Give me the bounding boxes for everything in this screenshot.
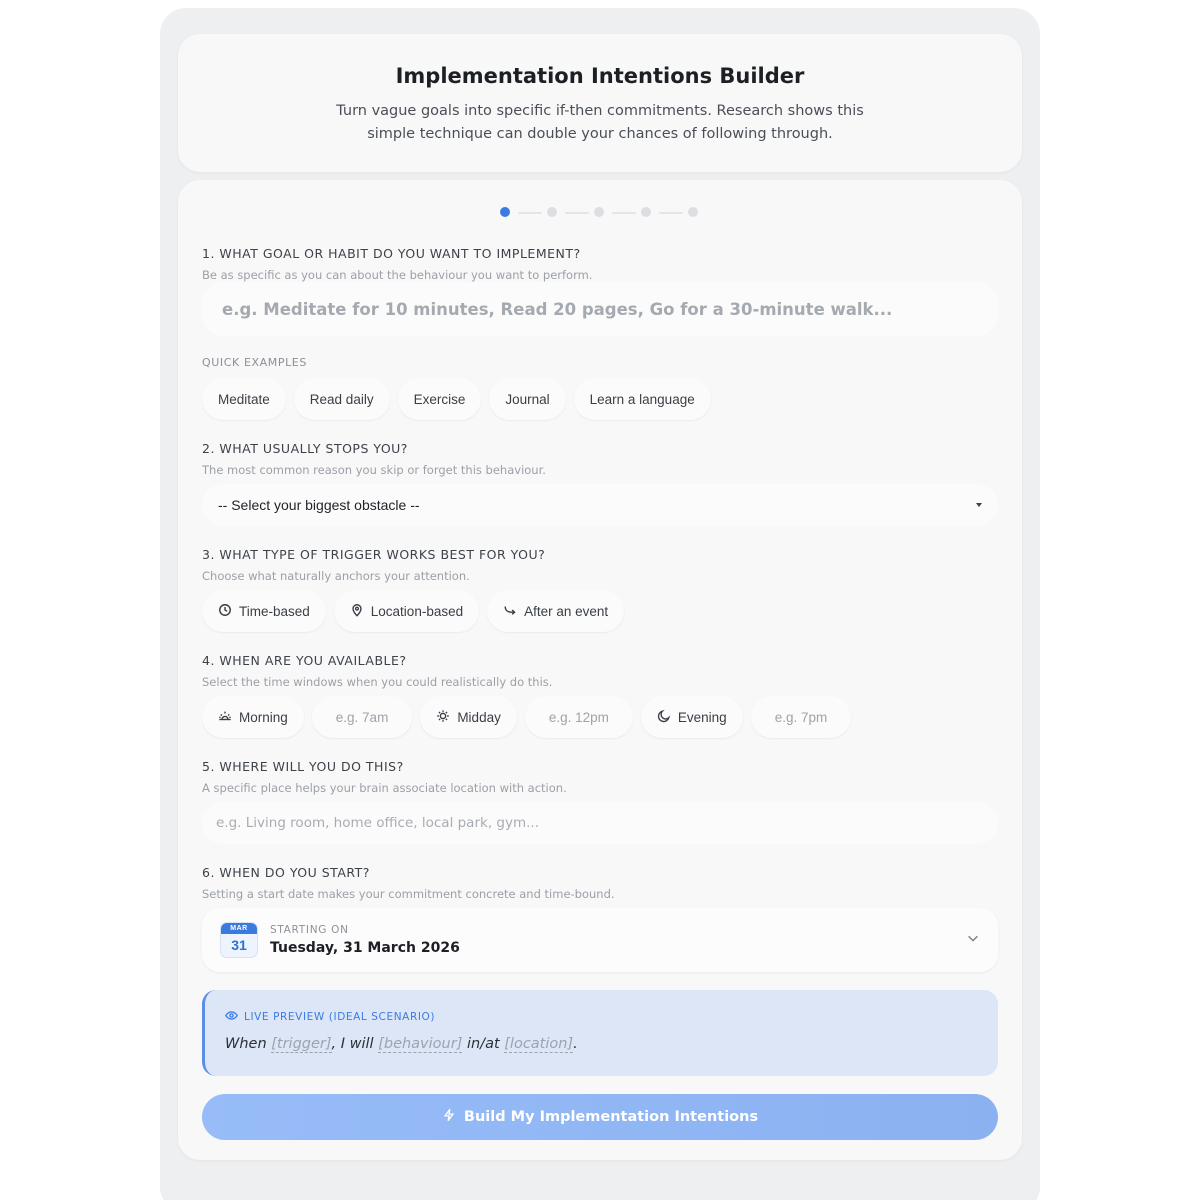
map-pin-icon (350, 603, 364, 620)
header-card: Implementation Intentions Builder Turn v… (178, 34, 1022, 172)
q5-subtitle: A specific place helps your brain associ… (202, 781, 567, 795)
example-chip-journal[interactable]: Journal (489, 378, 566, 420)
step-connector (612, 212, 636, 214)
slot-evening-time-input[interactable]: e.g. 7pm (750, 696, 852, 738)
q4-subtitle: Select the time windows when you could r… (202, 675, 553, 689)
eye-icon (225, 1009, 238, 1025)
step-dot-active (500, 207, 510, 217)
preview-when: When (225, 1036, 267, 1052)
location-input-wrapper (202, 802, 998, 844)
example-chip-exercise[interactable]: Exercise (397, 378, 482, 420)
goal-input[interactable] (222, 299, 998, 319)
arrow-turn-icon (503, 603, 517, 620)
preview-behaviour-slot: [behaviour] (378, 1036, 463, 1053)
obstacle-select-value: -- Select your biggest obstacle -- (218, 497, 420, 513)
trigger-location-label: Location-based (370, 603, 464, 619)
location-input[interactable] (216, 815, 998, 831)
slot-morning-label: Morning (239, 709, 288, 725)
trigger-options-row: Time-based Location-based After an event (202, 590, 625, 632)
slot-evening[interactable]: Evening (640, 696, 743, 738)
preview-trigger-slot: [trigger] (271, 1036, 332, 1053)
start-date-label: STARTING ON (270, 924, 349, 936)
clock-icon (218, 603, 232, 620)
step-connector (518, 212, 542, 214)
sunrise-icon (218, 709, 232, 726)
obstacle-select[interactable]: -- Select your biggest obstacle -- (202, 484, 998, 526)
start-date-picker[interactable]: MAR 31 STARTING ON Tuesday, 31 March 202… (202, 908, 998, 972)
calendar-icon: MAR 31 (220, 922, 258, 958)
q5-title: 5. WHERE WILL YOU DO THIS? (202, 759, 404, 774)
page-subtitle: Turn vague goals into specific if-then c… (336, 103, 864, 142)
example-chip-meditate[interactable]: Meditate (202, 378, 286, 420)
example-chip-read-daily[interactable]: Read daily (293, 378, 390, 420)
slot-midday-time-input[interactable]: e.g. 12pm (524, 696, 633, 738)
build-button-label: Build My Implementation Intentions (463, 1109, 759, 1125)
q3-subtitle: Choose what naturally anchors your atten… (202, 569, 470, 583)
q6-title: 6. WHEN DO YOU START? (202, 865, 370, 880)
preview-in-at: in/at (466, 1036, 500, 1052)
trigger-event-label: After an event (524, 603, 609, 619)
quick-examples-row: Meditate Read daily Exercise Journal Lea… (202, 378, 711, 420)
lightning-icon (442, 1108, 456, 1126)
availability-row: Morning e.g. 7am Midday e.g. 12pm Evenin… (202, 696, 852, 738)
quick-examples-label: QUICK EXAMPLES (202, 356, 307, 369)
preview-label: LIVE PREVIEW (IDEAL SCENARIO) (244, 1011, 436, 1023)
preview-sentence: When [trigger], I will [behaviour] in/at… (225, 1036, 998, 1053)
q4-title: 4. WHEN ARE YOU AVAILABLE? (202, 653, 407, 668)
preview-header: LIVE PREVIEW (IDEAL SCENARIO) (225, 1009, 998, 1025)
app-container: Implementation Intentions Builder Turn v… (160, 8, 1040, 1200)
step-dot (594, 207, 604, 217)
preview-location-slot: [location] (504, 1036, 574, 1053)
slot-midday[interactable]: Midday (420, 696, 517, 738)
start-date-text: STARTING ON Tuesday, 31 March 2026 (270, 924, 460, 956)
step-connector (565, 212, 589, 214)
q3-title: 3. WHAT TYPE OF TRIGGER WORKS BEST FOR Y… (202, 547, 546, 562)
step-connector (659, 212, 683, 214)
build-button[interactable]: Build My Implementation Intentions (202, 1094, 998, 1140)
trigger-location-based[interactable]: Location-based (333, 590, 480, 632)
q1-subtitle: Be as specific as you can about the beha… (202, 268, 593, 282)
sun-icon (436, 709, 450, 726)
moon-icon (657, 709, 671, 726)
example-chip-learn-language[interactable]: Learn a language (573, 378, 711, 420)
trigger-time-based[interactable]: Time-based (202, 590, 326, 632)
step-dot (547, 207, 557, 217)
live-preview-panel: LIVE PREVIEW (IDEAL SCENARIO) When [trig… (202, 990, 998, 1076)
calendar-month: MAR (221, 923, 257, 934)
q2-subtitle: The most common reason you skip or forge… (202, 463, 546, 477)
slot-morning-time-input[interactable]: e.g. 7am (311, 696, 413, 738)
page-title: Implementation Intentions Builder (395, 64, 805, 88)
step-indicator (500, 206, 700, 218)
trigger-after-event[interactable]: After an event (487, 590, 625, 632)
step-dot (641, 207, 651, 217)
step-dot (688, 207, 698, 217)
preview-end: . (573, 1036, 578, 1052)
calendar-day: 31 (231, 937, 247, 953)
slot-morning[interactable]: Morning (202, 696, 304, 738)
start-date-value: Tuesday, 31 March 2026 (270, 940, 460, 956)
goal-input-wrapper (202, 282, 998, 336)
form-card: 1. WHAT GOAL OR HABIT DO YOU WANT TO IMP… (178, 180, 1022, 1160)
slot-midday-label: Midday (457, 709, 501, 725)
caret-down-icon (976, 503, 982, 507)
q6-subtitle: Setting a start date makes your commitme… (202, 887, 615, 901)
trigger-time-label: Time-based (239, 603, 310, 619)
q1-title: 1. WHAT GOAL OR HABIT DO YOU WANT TO IMP… (202, 246, 581, 261)
q2-title: 2. WHAT USUALLY STOPS YOU? (202, 441, 408, 456)
slot-evening-label: Evening (677, 709, 727, 725)
chevron-down-icon (966, 931, 980, 950)
preview-i-will: , I will (331, 1036, 374, 1052)
